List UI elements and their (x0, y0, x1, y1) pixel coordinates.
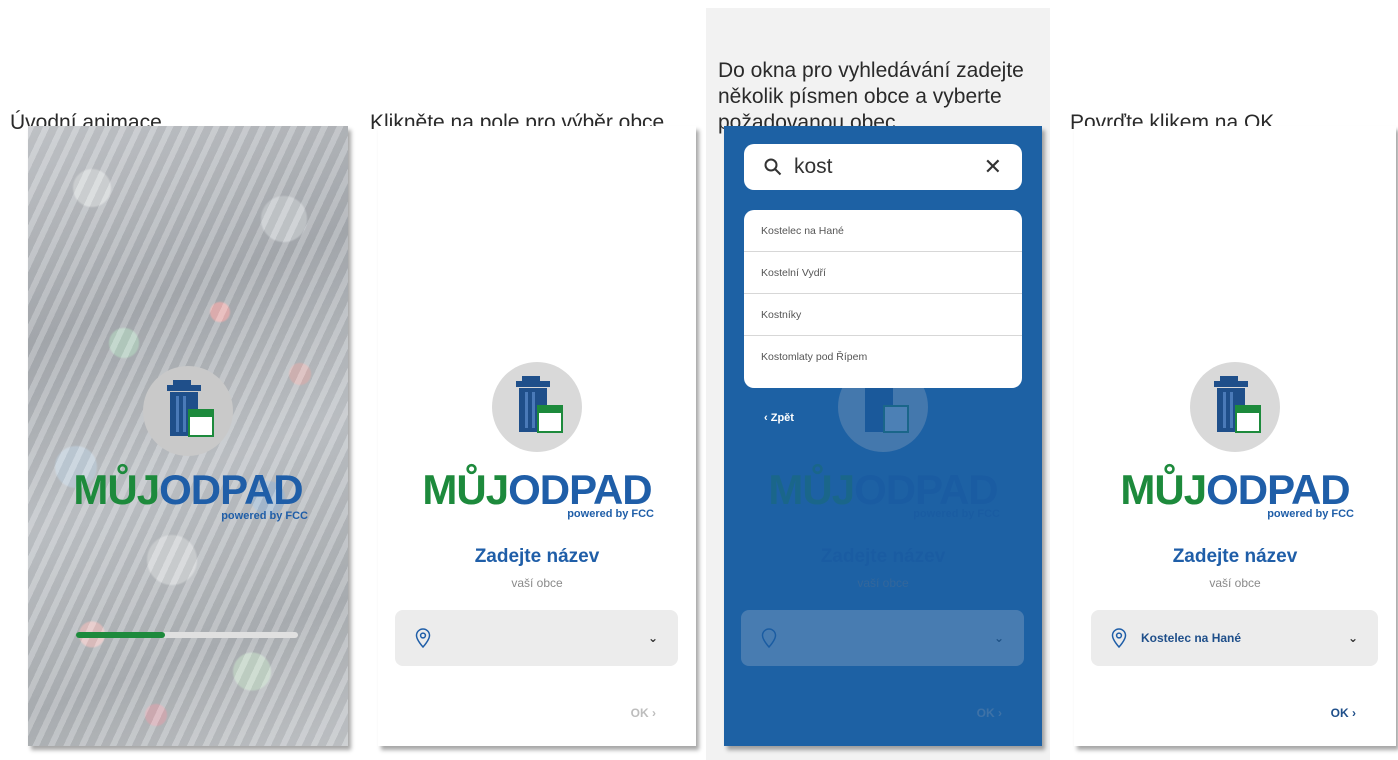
step-3-caption: Do okna pro vyhledávání zadejte několik … (718, 59, 1024, 134)
powered-by: powered by FCC (221, 510, 308, 522)
loading-progress (76, 632, 298, 638)
page-title: Zadejte název (474, 546, 600, 567)
municipality-select[interactable]: Kostelec na Hané ⌄ (1091, 610, 1378, 666)
search-results: Kostelec na Hané Kostelní Vydří Kostníky… (744, 210, 1022, 388)
app-brand: MŮJODPAD (422, 466, 652, 513)
app-logo-circle (1190, 362, 1280, 452)
progress-fill (76, 632, 165, 638)
powered-by: powered by FCC (567, 508, 654, 520)
chevron-down-icon: ⌄ (647, 631, 658, 645)
trash-calendar-icon (1214, 376, 1261, 433)
ok-button[interactable]: OK › (631, 706, 656, 720)
result-item[interactable]: Kostelní Vydří (744, 252, 1022, 294)
app-brand: MŮJODPAD (73, 466, 303, 513)
municipality-select[interactable]: ⌄ (395, 610, 678, 666)
location-pin-icon (415, 628, 431, 648)
ok-button[interactable]: OK › (1331, 706, 1356, 720)
search-screen: MŮJODPAD powered by FCC Zadejte název va… (724, 126, 1042, 746)
search-input[interactable]: kost ✕ (744, 144, 1022, 190)
confirm-screen: MŮJODPAD powered by FCC Zadejte název va… (1074, 126, 1396, 746)
powered-by: powered by FCC (1267, 508, 1354, 520)
step-4-panel: Povrďte klikem na OK MŮJODPAD powered by… (1056, 8, 1398, 760)
page-title: Zadejte název (1172, 546, 1298, 567)
page-subtitle: vaší obce (1209, 576, 1261, 590)
splash-screen: MŮJODPAD powered by FCC (28, 126, 348, 746)
close-icon[interactable]: ✕ (984, 154, 1002, 180)
chevron-down-icon: ⌄ (1347, 631, 1358, 645)
trash-calendar-icon (167, 380, 214, 437)
result-item[interactable]: Kostelec na Hané (744, 210, 1022, 252)
result-item[interactable]: Kostomlaty pod Řípem (744, 336, 1022, 378)
select-screen: MŮJODPAD powered by FCC Zadejte název va… (378, 126, 696, 746)
step-3-panel: Do okna pro vyhledávání zadejte několik … (706, 8, 1050, 760)
search-icon (764, 158, 782, 176)
trash-calendar-icon (516, 376, 563, 433)
app-logo-circle (143, 366, 233, 456)
back-button[interactable]: ‹ Zpět (764, 412, 794, 424)
page-subtitle: vaší obce (511, 576, 563, 590)
app-brand: MŮJODPAD (1120, 466, 1350, 513)
result-item[interactable]: Kostníky (744, 294, 1022, 336)
step-2-panel: Klikněte na pole pro výběr obce MŮJODPAD… (360, 8, 702, 760)
app-logo-circle (492, 362, 582, 452)
step-1-panel: Úvodní animace MŮJODPAD powered by FCC (8, 8, 358, 760)
search-query: kost (794, 155, 833, 178)
select-value: Kostelec na Hané (1141, 631, 1242, 645)
location-pin-icon (1111, 628, 1127, 648)
